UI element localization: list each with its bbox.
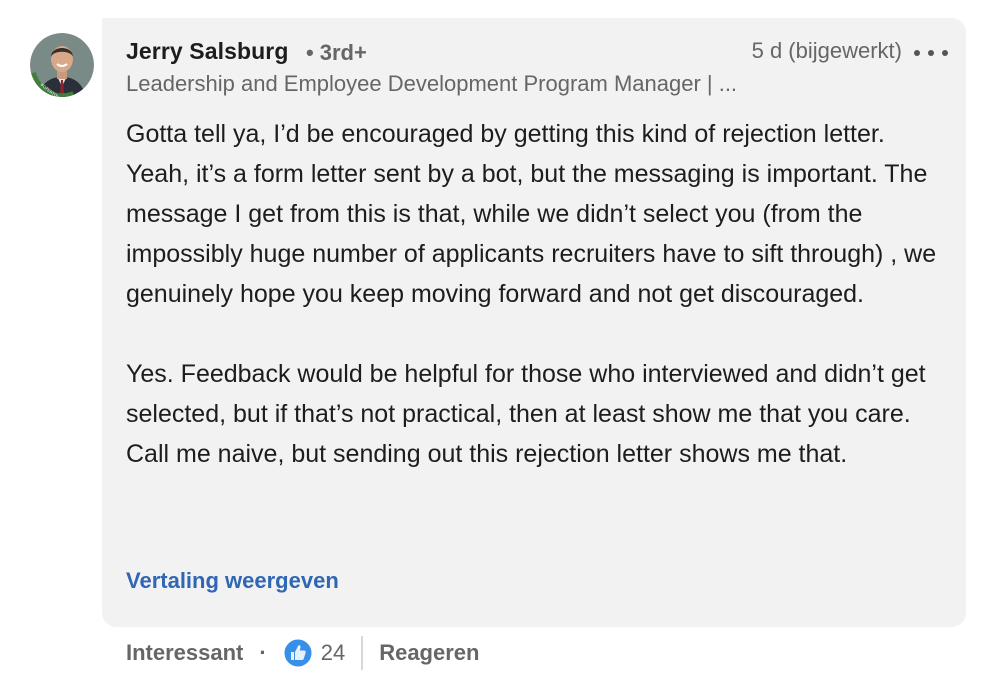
comment-header: Jerry Salsburg • 3rd+ 5 d (bijgewerkt) [126,38,948,68]
comment-actions: Interessant · 24 Reageren [126,636,479,670]
comment-bubble: Jerry Salsburg • 3rd+ 5 d (bijgewerkt) Le… [102,18,966,627]
react-button[interactable]: Interessant [126,640,243,666]
action-divider [361,636,364,670]
more-options-icon[interactable] [914,38,948,68]
reaction-count[interactable]: 24 [321,640,345,666]
comment-paragraph: Yes. Feedback would be helpful for those… [126,360,926,468]
avatar[interactable]: #OPENTOWORK [30,33,94,97]
degree-label: 3rd+ [319,40,367,65]
author-headline: Leadership and Employee Development Prog… [126,71,738,96]
comment-paragraph: Gotta tell ya, I’d be encouraged by gett… [126,120,937,308]
comment-timestamp: 5 d (bijgewerkt) [751,38,902,63]
reply-button[interactable]: Reageren [379,640,479,666]
comment-body: Gotta tell ya, I’d be encouraged by gett… [126,114,946,514]
degree-dot: • [306,40,314,65]
like-thumb-icon[interactable] [283,638,313,668]
profile-photo-icon: #OPENTOWORK [30,33,94,97]
connection-degree: • 3rd+ [306,40,367,66]
author-name[interactable]: Jerry Salsburg [126,38,288,65]
show-translation-link[interactable]: Vertaling weergeven [126,568,339,594]
action-separator: · [259,640,267,665]
comment-container: #OPENTOWORK Jerry Salsburg • 3rd+ 5 d (bi… [0,0,988,680]
